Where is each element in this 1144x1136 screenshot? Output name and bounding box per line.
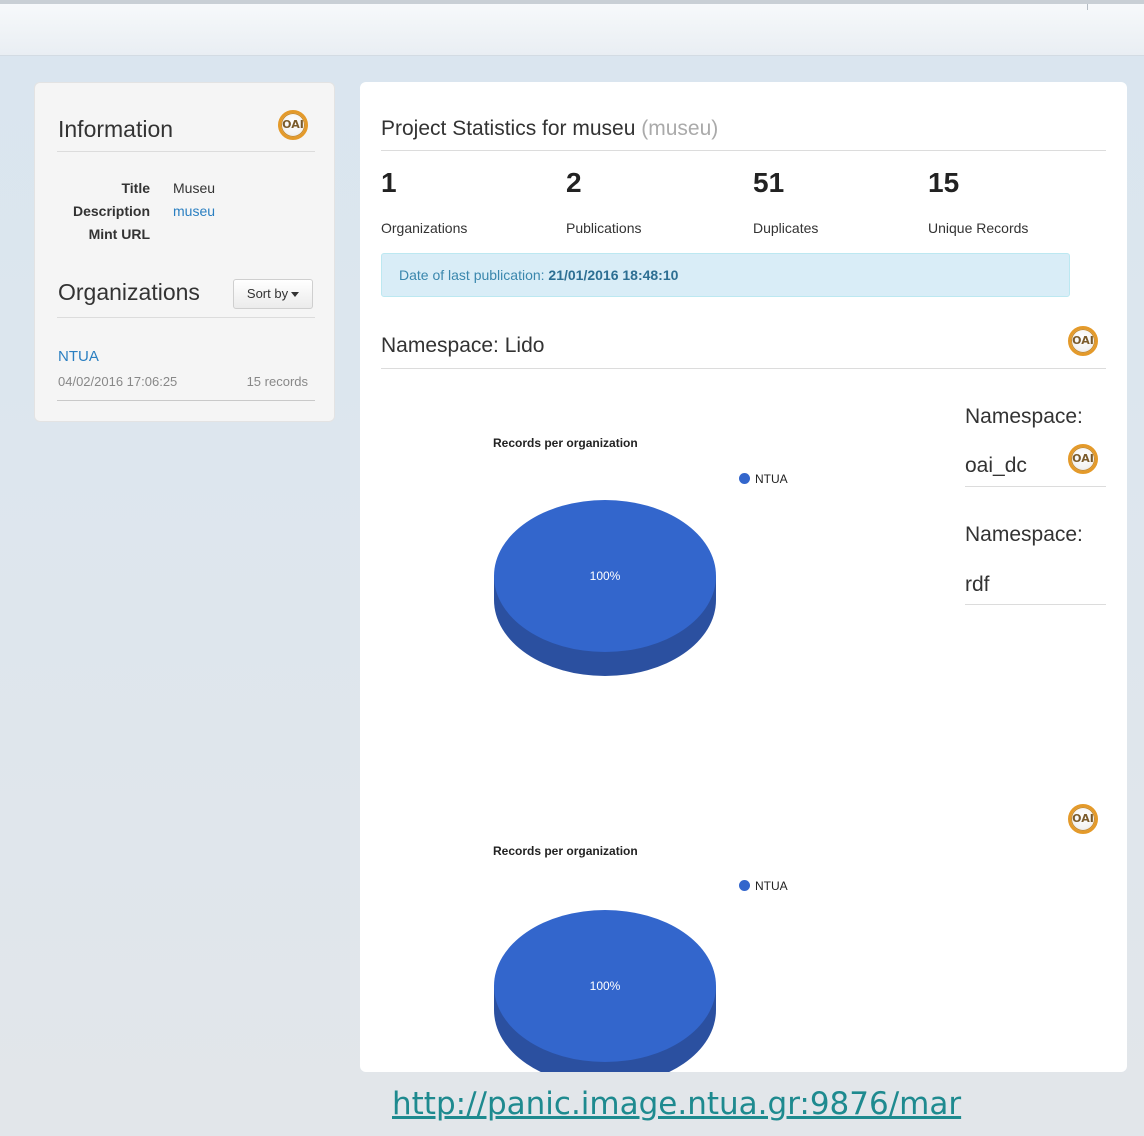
- namespace-rdf-label: Namespace:: [965, 523, 1083, 546]
- divider: [965, 604, 1106, 605]
- mint-url-label: Mint URL: [88, 226, 150, 242]
- footer-url-link[interactable]: http://panic.image.ntua.gr:9876/mar: [392, 1086, 961, 1122]
- divider: [57, 151, 315, 152]
- stat-duplicates-label: Duplicates: [753, 220, 819, 236]
- stat-organizations-value: 1: [381, 167, 397, 198]
- oai-icon[interactable]: OAI: [1068, 326, 1098, 356]
- title-value: Museu: [173, 180, 216, 196]
- pie-chart-2: 100%: [494, 910, 716, 1072]
- pie-slice-label: 100%: [590, 569, 621, 583]
- legend-label: NTUA: [755, 879, 788, 893]
- namespace-lido-heading: Namespace: Lido: [381, 334, 545, 357]
- caret-down-icon: [291, 292, 300, 298]
- namespace-rdf-value: rdf: [965, 573, 990, 596]
- stat-publications-value: 2: [566, 167, 582, 198]
- alert-label: Date of last publication:: [399, 267, 545, 283]
- stat-publications-label: Publications: [566, 220, 642, 236]
- stat-unique-value: 15: [928, 167, 960, 198]
- pie-chart: 100%: [494, 500, 716, 676]
- title-text: Project Statistics for museu: [381, 117, 636, 140]
- alert-date: 21/01/2016 18:48:10: [548, 267, 679, 283]
- title-label: Title: [121, 180, 150, 196]
- stat-unique-label: Unique Records: [928, 220, 1029, 236]
- divider: [381, 368, 1106, 369]
- oai-icon[interactable]: OAI: [1068, 804, 1098, 834]
- top-navbar: [0, 0, 1144, 56]
- legend-dot: [739, 473, 750, 484]
- namespace-oai-value: oai_dc: [965, 454, 1027, 477]
- pie-slice-label: 100%: [590, 979, 621, 993]
- oai-icon[interactable]: OAI: [278, 110, 308, 140]
- title-muted: (museu): [641, 117, 719, 140]
- page-title: Project Statistics for museu (museu): [381, 117, 718, 141]
- sort-by-label: Sort by: [246, 286, 289, 301]
- stat-organizations-label: Organizations: [381, 220, 468, 236]
- stat-duplicates-value: 51: [753, 167, 785, 198]
- oai-icon[interactable]: OAI: [1068, 444, 1098, 474]
- legend-label: NTUA: [755, 472, 788, 486]
- namespace-oai-label: Namespace:: [965, 405, 1083, 428]
- navbar-divider: [1087, 4, 1088, 10]
- organizations-heading: Organizations: [58, 279, 200, 305]
- chart-title: Records per organization: [493, 844, 638, 858]
- divider: [381, 150, 1106, 151]
- divider: [965, 486, 1106, 487]
- organization-records: 15 records: [246, 374, 308, 389]
- info-heading: Information: [58, 116, 174, 142]
- divider: [57, 400, 315, 401]
- pie-chart: 100%: [494, 910, 716, 1072]
- description-link[interactable]: museu: [173, 203, 215, 219]
- statistics-panel: Project Statistics for museu (museu) 1 O…: [360, 82, 1127, 1072]
- organization-link[interactable]: NTUA: [58, 348, 99, 365]
- legend-dot: [739, 880, 750, 891]
- chart-title: Records per organization: [493, 436, 638, 450]
- pie-chart-1: 100%: [494, 500, 716, 676]
- divider: [57, 317, 315, 318]
- info-panel: Information OAI Title Museu Description …: [34, 82, 335, 422]
- organization-date: 04/02/2016 17:06:25: [58, 374, 178, 389]
- description-label: Description: [72, 203, 150, 219]
- last-publication-alert: Date of last publication: 21/01/2016 18:…: [381, 253, 1070, 297]
- sort-by-button[interactable]: Sort by: [233, 279, 313, 309]
